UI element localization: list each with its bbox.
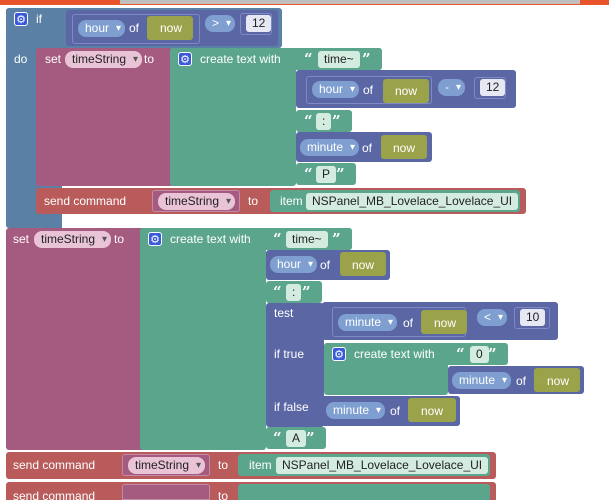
less-than-operator[interactable]: < [477,309,508,326]
text-field-p[interactable]: P [316,166,337,183]
create-text-label: create text with [170,232,251,246]
timestring-variable-dropdown[interactable]: timeString [158,193,236,210]
set-label: set [13,232,30,246]
quote-open-icon: “ [304,165,313,183]
of-label: of [320,258,331,272]
set-timestring-block[interactable] [6,228,146,450]
quote-open-icon: “ [273,283,282,301]
now-label: now [395,84,418,98]
to-label: to [218,458,229,472]
now-label: now [393,141,416,155]
create-text-label: create text with [354,347,435,361]
number-field-12[interactable]: 12 [480,79,506,96]
of-label: of [362,141,373,155]
quote-close-icon: ” [306,429,315,447]
of-label: of [390,404,401,418]
timestring-variable-dropdown[interactable]: timeString [34,231,112,248]
send-command-label: send command [13,458,96,472]
minute-dropdown[interactable]: minute [300,139,360,156]
to-label: to [114,232,125,246]
text-field-a[interactable]: A [286,430,307,447]
send-command-label: send command [13,489,96,503]
quote-close-icon: ” [488,345,497,363]
test-label: test [274,306,294,320]
set-label: set [45,52,62,66]
quote-close-icon: ” [302,283,311,301]
send-command-label: send command [44,194,127,208]
minute-dropdown[interactable]: minute [452,372,512,389]
quote-open-icon: “ [456,345,465,363]
quote-close-icon: ” [332,112,341,130]
of-label: of [129,21,140,35]
create-text-block[interactable] [140,228,266,450]
greater-than-operator[interactable]: > [205,15,236,32]
if-block-footer[interactable] [6,212,46,228]
item-label: item [280,194,303,208]
of-label: of [363,83,374,97]
quote-open-icon: “ [273,429,282,447]
if-label: if [36,12,42,26]
if-true-label: if true [274,347,305,361]
text-field-time[interactable]: time~ [318,51,360,68]
quote-open-icon: “ [304,112,313,130]
to-label: to [248,194,259,208]
variable-block[interactable] [122,484,210,500]
to-label: to [218,489,229,503]
text-field-zero[interactable]: 0 [470,346,489,363]
minute-dropdown[interactable]: minute [338,314,398,331]
text-field-colon[interactable]: : [286,284,302,301]
if-false-label: if false [274,400,309,414]
timestring-variable-dropdown[interactable]: timeString [65,51,143,68]
quote-close-icon: ” [362,50,371,68]
minus-operator[interactable]: - [438,79,465,96]
quote-open-icon: “ [304,50,313,68]
item-name-field[interactable]: NSPanel_MB_Lovelace_Lovelace_UI [306,193,519,210]
number-field-10[interactable]: 10 [520,309,546,326]
set-timestring-block[interactable] [36,48,174,186]
quote-close-icon: ” [336,165,345,183]
now-label: now [160,21,183,35]
hour-dropdown[interactable]: hour [78,20,126,37]
now-label: now [547,374,570,388]
timestring-variable-dropdown[interactable]: timeString [128,457,206,474]
item-block[interactable] [238,484,490,500]
gear-icon[interactable]: ⚙ [178,52,192,66]
now-label: now [434,316,457,330]
hour-dropdown[interactable]: hour [312,81,360,98]
now-label: now [421,404,444,418]
do-label: do [14,52,28,66]
gear-icon[interactable]: ⚙ [14,12,28,26]
gear-icon[interactable]: ⚙ [148,232,162,246]
gear-icon[interactable]: ⚙ [332,347,346,361]
hour-dropdown[interactable]: hour [270,256,318,273]
minute-dropdown[interactable]: minute [326,402,386,419]
number-field-12[interactable]: 12 [246,15,272,32]
now-label: now [352,258,375,272]
item-name-field[interactable]: NSPanel_MB_Lovelace_Lovelace_UI [276,457,489,474]
text-field-colon[interactable]: : [316,113,332,130]
of-label: of [516,374,527,388]
of-label: of [403,316,414,330]
top-scroll-strip [120,0,580,4]
text-field-time[interactable]: time~ [286,231,328,248]
create-text-label: create text with [200,52,281,66]
quote-open-icon: “ [273,230,282,248]
quote-close-icon: ” [332,230,341,248]
item-label: item [249,458,272,472]
to-label: to [144,52,155,66]
